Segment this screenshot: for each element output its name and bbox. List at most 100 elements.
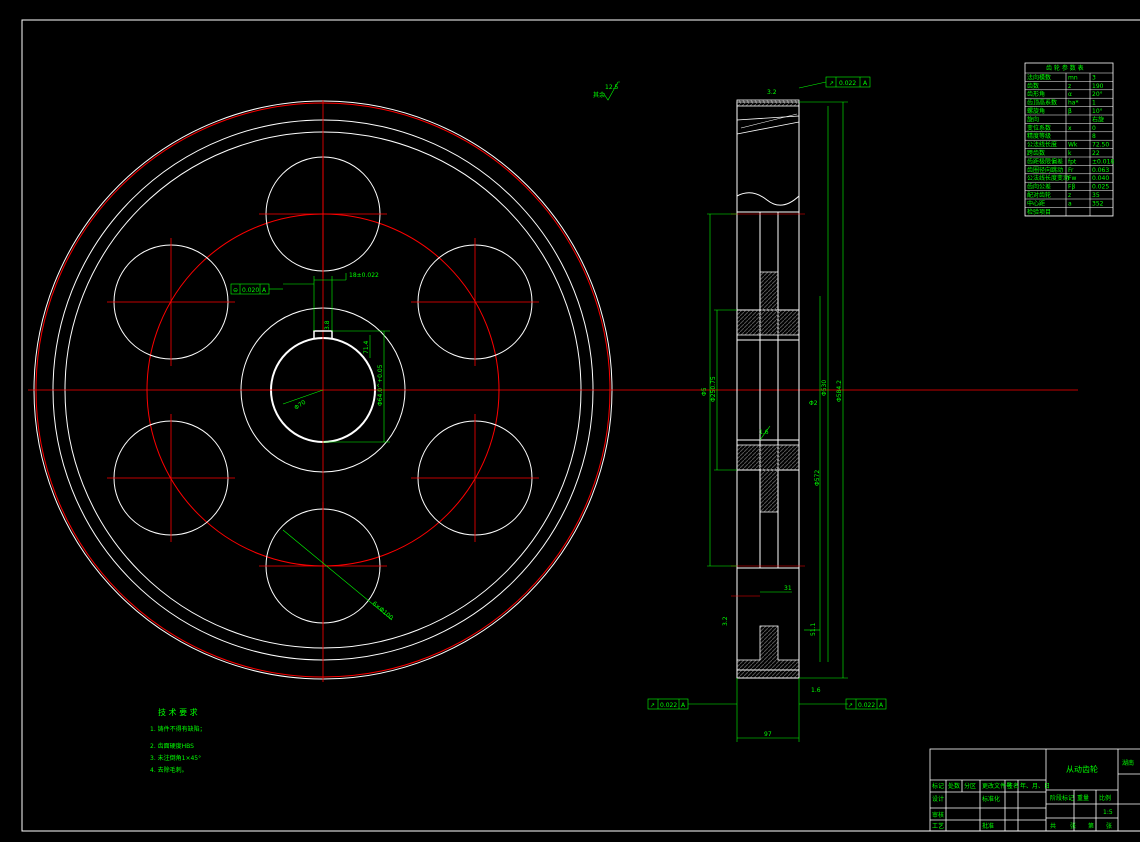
tol-right-datum: A (879, 702, 884, 709)
tb-role: 审核 (932, 811, 944, 819)
dim-width: 97 (764, 731, 772, 738)
bore-height-dim: Φ64.0^+0.05 (377, 364, 384, 406)
params-cell: z (1068, 83, 1071, 90)
params-cell: 10° (1092, 108, 1103, 115)
dim-d6: Φ572 (814, 470, 821, 486)
dim-d3: Φ530 (821, 380, 828, 396)
params-cell: 右旋 (1092, 115, 1104, 123)
tb-role: 设计 (932, 795, 944, 803)
technical-requirements: 技 术 要 求 1. 铸件不得有缺陷； 2. 齿面硬度HBS 3. 未注倒角1×… (150, 707, 206, 774)
runout-arrow-top: ↗ (829, 80, 834, 87)
rough-low: 3.2 (722, 616, 729, 626)
params-cell: 齿距极限偏差 (1027, 157, 1063, 165)
params-cell: 齿数 (1027, 82, 1039, 90)
roughness-top: 12.5 (605, 84, 619, 91)
tb-header: 年、月、日 (1020, 782, 1050, 790)
runout-arrow-right: ↗ (848, 702, 853, 709)
params-cell: 8 (1092, 133, 1096, 140)
front-view: 0.020 ⊖ A 18±0.022 3.8 71.4 Φ64.0^+0.05 … (28, 81, 1078, 682)
tb-sheet: 张 (1070, 822, 1076, 830)
params-cell: 中心距 (1027, 199, 1045, 207)
params-cell: Fr (1068, 167, 1074, 174)
params-cell: ±0.018 (1092, 158, 1114, 165)
params-cell: 法向模数 (1027, 73, 1051, 81)
tb-sheet: 张 (1106, 822, 1112, 830)
tb-approve: 批准 (982, 822, 994, 830)
cad-drawing: 0.020 ⊖ A 18±0.022 3.8 71.4 Φ64.0^+0.05 … (21, 19, 1140, 832)
params-cell: 1 (1092, 100, 1096, 107)
params-title: 齿 轮 参 数 表 (1046, 64, 1084, 72)
runout-symbol: ⊖ (233, 287, 238, 294)
tol-top-datum: A (863, 80, 868, 87)
dim-d1: Φ5 (701, 387, 708, 396)
keyway-height-dim: 71.4 (363, 340, 370, 354)
tb-scale-label: 比例 (1099, 794, 1111, 802)
runout-value: 0.020 (242, 287, 259, 294)
keyway-width-dim: 18±0.022 (349, 272, 379, 279)
params-cell: 0 (1092, 125, 1096, 132)
dim-d2: Φ250.75 (710, 376, 717, 402)
dim-d5: Φ2 (809, 400, 818, 407)
params-cell: 0.063 (1092, 167, 1109, 174)
dim-d7: Φ584.2 (836, 380, 843, 402)
hole-dia-dim: 6×Φ100 (371, 600, 395, 622)
tb-header: 处数 (948, 782, 960, 790)
tb-weight: 重量 (1077, 794, 1089, 802)
params-cell: 190 (1092, 83, 1104, 90)
params-cell: 0.025 (1092, 184, 1109, 191)
params-cell: 352 (1092, 200, 1104, 207)
params-cell: fpt (1068, 158, 1077, 165)
params-cell: 配对齿轮 (1027, 191, 1051, 199)
params-cell: 精度等级 (1027, 132, 1051, 140)
params-cell: x (1068, 125, 1072, 132)
params-cell: k (1068, 150, 1072, 157)
dim-31: 31 (784, 585, 792, 592)
params-cell: 公法线长度 (1027, 141, 1057, 149)
tb-sheet: 共 (1050, 822, 1056, 830)
params-cell: 35 (1092, 192, 1100, 199)
tech-req-item: 3. 未注倒角1×45° (150, 754, 201, 762)
params-cell: mn (1068, 74, 1078, 81)
params-cell: 变位系数 (1027, 124, 1051, 132)
params-cell: 螺旋角 (1027, 107, 1045, 115)
tb-role: 工艺 (932, 822, 944, 830)
tech-req-title: 技 术 要 求 (158, 707, 198, 717)
front-dimension-lines (282, 273, 393, 621)
params-cell: 齿顶高系数 (1027, 99, 1057, 107)
params-cell: z (1068, 192, 1071, 199)
bore-dia-dim: Φ70 (293, 399, 307, 412)
rim-upper (736, 101, 800, 213)
params-cell: a (1068, 200, 1072, 207)
side-center-marks (731, 213, 805, 597)
tol-left-datum: A (681, 702, 686, 709)
tol-top: 0.022 (839, 80, 856, 87)
params-cell: 0.040 (1092, 175, 1109, 182)
tech-req-item: 2. 齿面硬度HBS (150, 742, 194, 750)
tb-sheet: 第 (1088, 822, 1094, 830)
runout-arrow-left: ↗ (650, 702, 655, 709)
params-cell: Fβ (1068, 184, 1075, 191)
tb-scale: 1:5 (1103, 809, 1113, 816)
roughness-note: 其余 (593, 91, 605, 99)
tb-stage: 阶段标记 (1050, 794, 1074, 802)
dim-51: 51.1 (810, 622, 817, 636)
side-view: Φ5 Φ250.75 Φ530 Φ572 Φ584.2 97 31 51.1 Φ… (647, 76, 887, 742)
params-cell: 72.50 (1092, 142, 1109, 149)
tech-req-item: 1. 铸件不得有缺陷； (150, 725, 206, 733)
params-cell: Fw (1068, 175, 1076, 182)
gear-parameter-table: 齿 轮 参 数 表 法向模数 mn 3 齿数 z 190 齿形角 α 20° 齿顶高系数 ha* 1 螺… (1024, 62, 1114, 217)
school-name: 湖南 (1122, 759, 1134, 767)
title-block (929, 748, 1140, 832)
keyway-depth-dim: 3.8 (324, 320, 331, 330)
tol-right: 0.022 (858, 702, 875, 709)
params-cell: 检验项目 (1027, 208, 1051, 216)
params-cell: 齿形角 (1027, 90, 1045, 98)
part-name: 从动齿轮 (1066, 764, 1098, 774)
tb-header: 标记 (932, 782, 944, 790)
params-cell: 22 (1092, 150, 1100, 157)
params-cell: ha* (1068, 100, 1078, 107)
runout-datum: A (262, 287, 267, 294)
tol-left: 0.022 (660, 702, 677, 709)
tb-std: 标准化 (982, 795, 1000, 803)
tb-header: 签名 (1007, 782, 1019, 790)
